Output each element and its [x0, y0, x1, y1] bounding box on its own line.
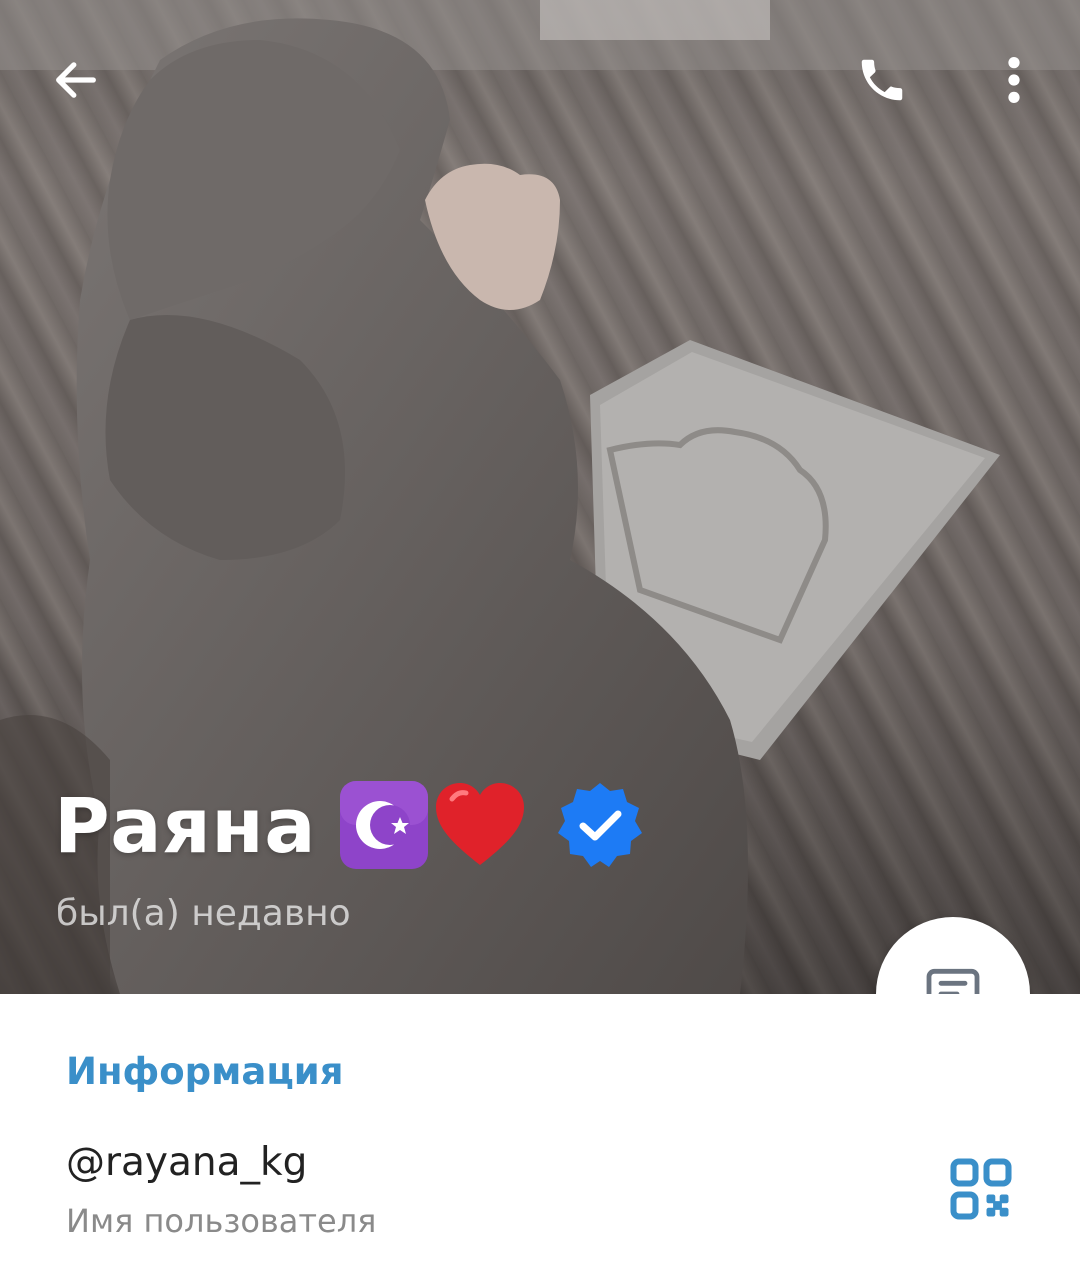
info-section-title: Информация [66, 1050, 344, 1093]
username-caption: Имя пользователя [66, 1202, 377, 1240]
profile-name-row: Раяна [54, 770, 646, 880]
phone-icon [861, 59, 903, 101]
qr-code-button[interactable] [948, 1156, 1014, 1222]
top-bar [0, 0, 1080, 160]
profile-screen: Раяна был(а) недавно Информация @rayana_… [0, 0, 1080, 1269]
username-value[interactable]: @rayana_kg [66, 1140, 307, 1185]
more-vertical-icon [1008, 57, 1020, 103]
more-options-button[interactable] [974, 40, 1054, 120]
verified-badge [554, 779, 646, 871]
verified-badge-icon [558, 783, 643, 867]
qr-code-icon [950, 1158, 1012, 1220]
name-emoji-group [336, 777, 528, 873]
info-section: Информация @rayana_kg Имя пользователя [0, 994, 1080, 1269]
last-seen-status: был(а) недавно [56, 893, 351, 934]
arrow-left-icon [56, 62, 96, 98]
profile-cover-photo[interactable]: Раяна был(а) недавно [0, 0, 1080, 994]
profile-name: Раяна [54, 780, 317, 870]
red-heart-emoji [436, 783, 525, 865]
back-button[interactable] [36, 40, 116, 120]
call-button[interactable] [842, 40, 922, 120]
star-and-crescent-emoji [340, 781, 429, 869]
